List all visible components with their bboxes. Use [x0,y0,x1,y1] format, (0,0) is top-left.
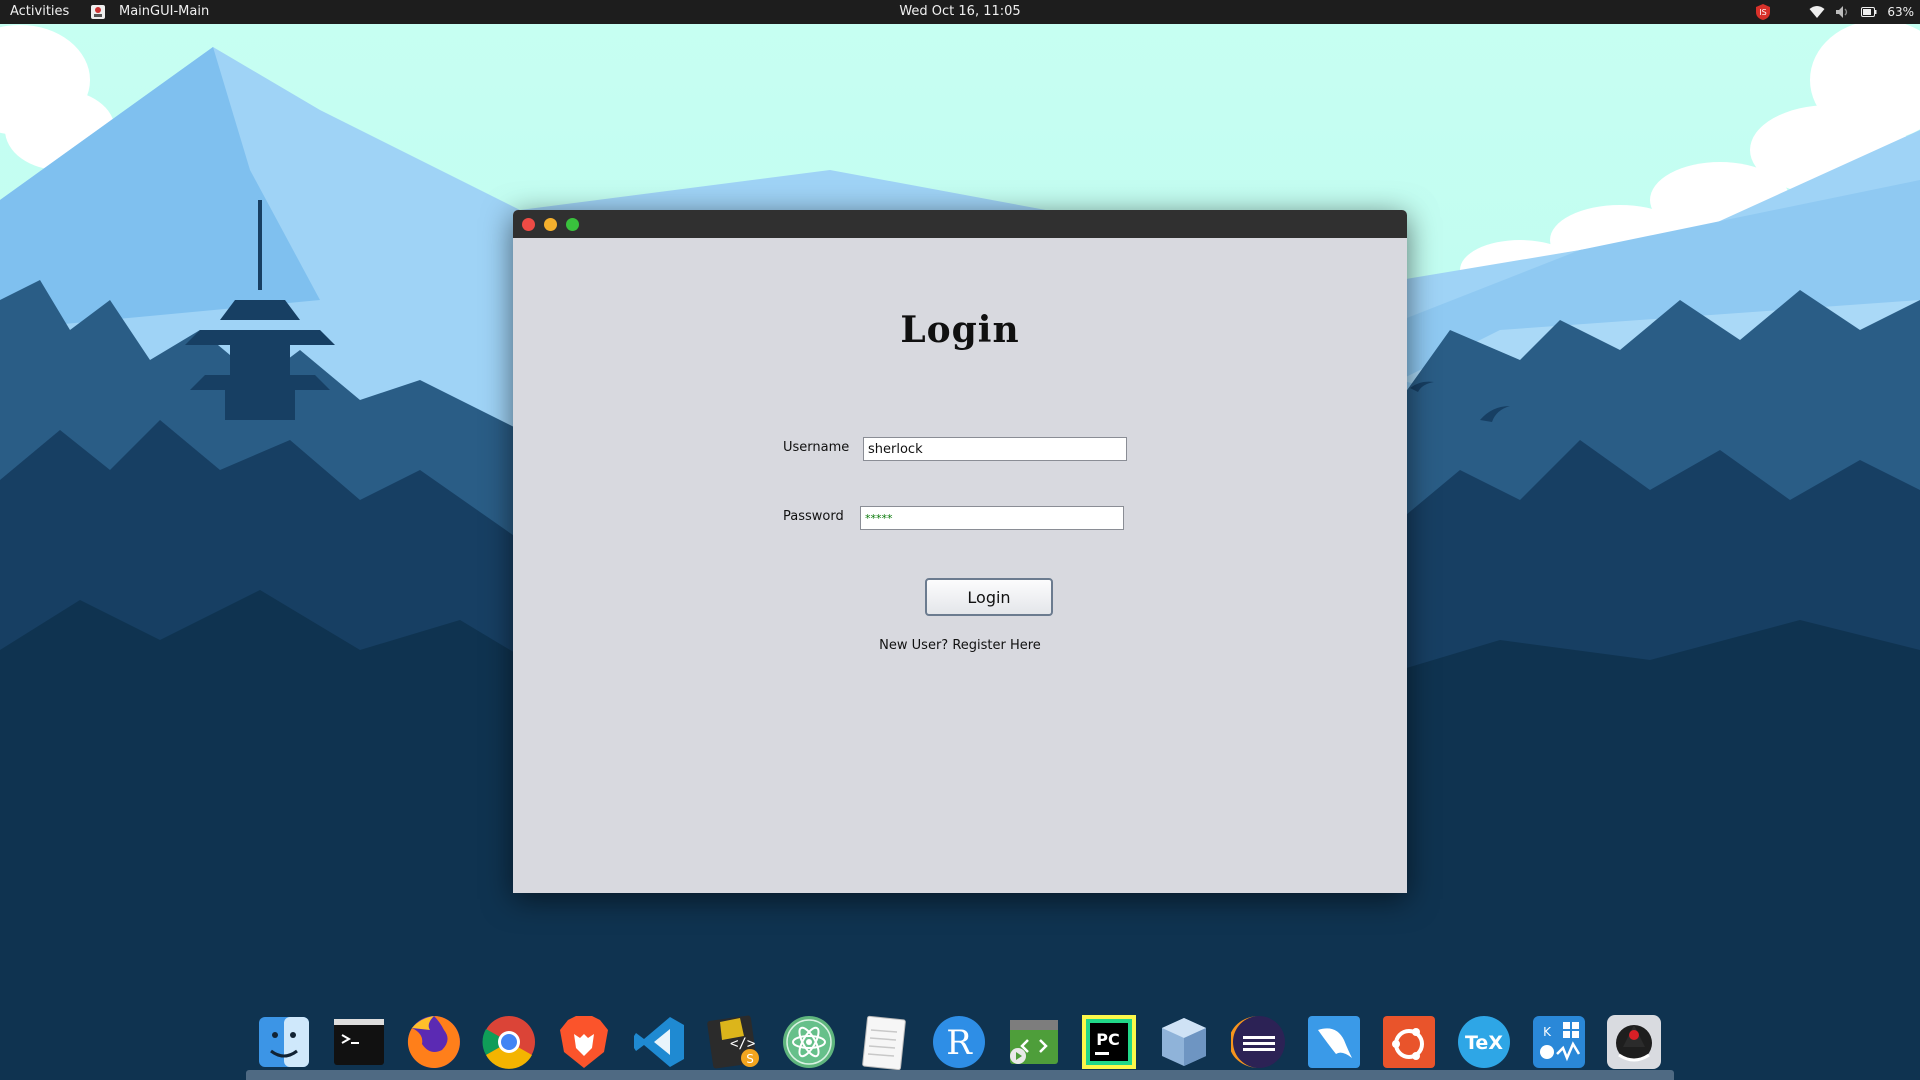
svg-text:K: K [1543,1025,1552,1039]
username-input[interactable] [863,437,1127,461]
vscode-icon[interactable] [621,1007,696,1077]
multi-os-icon[interactable]: K [1521,1007,1596,1077]
page-title: Login [900,309,1020,351]
svg-text:S: S [746,1052,754,1066]
login-button[interactable]: Login [925,578,1053,616]
tex-icon-label: TeX [1465,1032,1503,1054]
top-panel: Activities MainGUI-Main Wed Oct 16, 11:0… [0,0,1920,24]
system-tray: IS 63% [1755,2,1914,22]
r-icon[interactable]: R [921,1007,996,1077]
wifi-icon[interactable] [1809,5,1825,19]
tex-icon[interactable]: TeX [1446,1007,1521,1077]
eclipse-icon[interactable] [1221,1007,1296,1077]
password-label: Password [783,509,844,524]
code-runner-icon[interactable] [996,1007,1071,1077]
password-input[interactable] [860,506,1124,530]
text-editor-icon[interactable] [846,1007,921,1077]
atom-icon[interactable] [771,1007,846,1077]
close-window-button[interactable] [522,218,535,231]
login-window: Login Username Password Login New User? … [513,210,1407,893]
minimize-window-button[interactable] [544,218,557,231]
svg-text:IS: IS [1760,8,1767,17]
battery-percentage: 63% [1887,5,1914,19]
pycharm-icon-label: PC [1096,1030,1119,1049]
terminal-icon[interactable] [321,1007,396,1077]
window-titlebar[interactable] [513,210,1407,238]
ubuntu-software-icon[interactable] [1371,1007,1446,1077]
java-app-icon[interactable] [1596,1007,1671,1077]
username-label: Username [783,440,850,455]
virtualbox-icon[interactable] [1146,1007,1221,1077]
app-menu-label[interactable]: MainGUI-Main [119,4,209,19]
maximize-window-button[interactable] [566,218,579,231]
battery-icon[interactable] [1861,7,1877,17]
app-menu-icon[interactable] [90,4,106,20]
register-link[interactable]: New User? Register Here [879,638,1041,653]
shield-icon[interactable]: IS [1755,3,1771,21]
dock: </> S R PC TeX K [246,1004,1674,1080]
pycharm-icon[interactable]: PC [1071,1007,1146,1077]
mysql-icon[interactable] [1296,1007,1371,1077]
activities-button[interactable]: Activities [10,4,69,19]
sublime-icon[interactable]: </> S [696,1007,771,1077]
clock: Wed Oct 16, 11:05 [0,4,1920,19]
register-link-row: New User? Register Here [513,638,1407,653]
firefox-icon[interactable] [396,1007,471,1077]
volume-icon[interactable] [1835,5,1851,19]
clock-text[interactable]: Wed Oct 16, 11:05 [899,4,1020,19]
chrome-icon[interactable] [471,1007,546,1077]
r-icon-label: R [946,1023,973,1063]
finder-icon[interactable] [246,1007,321,1077]
brave-icon[interactable] [546,1007,621,1077]
